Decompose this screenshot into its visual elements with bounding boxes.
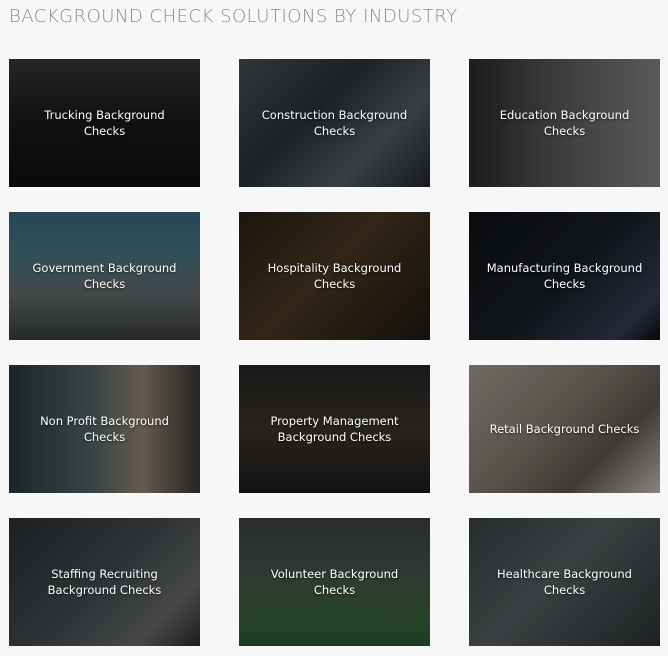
tile-label: Staffing Recruiting Background Checks — [47, 567, 162, 597]
tile-manufacturing[interactable]: Manufacturing Background Checks — [469, 212, 660, 340]
tile-label: Trucking Background Checks — [44, 108, 165, 138]
tile-label: Healthcare Background Checks — [497, 567, 632, 597]
industry-grid: Trucking Background Checks Construction … — [9, 59, 660, 646]
tile-staffing-recruiting[interactable]: Staffing Recruiting Background Checks — [9, 518, 200, 646]
tile-volunteer[interactable]: Volunteer Background Checks — [239, 518, 430, 646]
tile-label: Government Background Checks — [32, 261, 177, 291]
tile-label: Education Background Checks — [499, 108, 630, 138]
tile-label: Volunteer Background Checks — [270, 567, 399, 597]
tile-label: Hospitality Background Checks — [267, 261, 402, 291]
tile-property-management[interactable]: Property Management Background Checks — [239, 365, 430, 493]
page-title: BACKGROUND CHECK SOLUTIONS BY INDUSTRY — [9, 6, 458, 27]
tile-construction[interactable]: Construction Background Checks — [239, 59, 430, 187]
tile-hospitality[interactable]: Hospitality Background Checks — [239, 212, 430, 340]
tile-label: Retail Background Checks — [489, 422, 640, 436]
tile-healthcare[interactable]: Healthcare Background Checks — [469, 518, 660, 646]
tile-retail[interactable]: Retail Background Checks — [469, 365, 660, 493]
tile-trucking[interactable]: Trucking Background Checks — [9, 59, 200, 187]
tile-label: Non Profit Background Checks — [40, 414, 169, 444]
tile-label: Construction Background Checks — [261, 108, 408, 138]
tile-government[interactable]: Government Background Checks — [9, 212, 200, 340]
tile-label: Property Management Background Checks — [270, 414, 399, 444]
tile-education[interactable]: Education Background Checks — [469, 59, 660, 187]
tile-non-profit[interactable]: Non Profit Background Checks — [9, 365, 200, 493]
tile-label: Manufacturing Background Checks — [486, 261, 643, 291]
